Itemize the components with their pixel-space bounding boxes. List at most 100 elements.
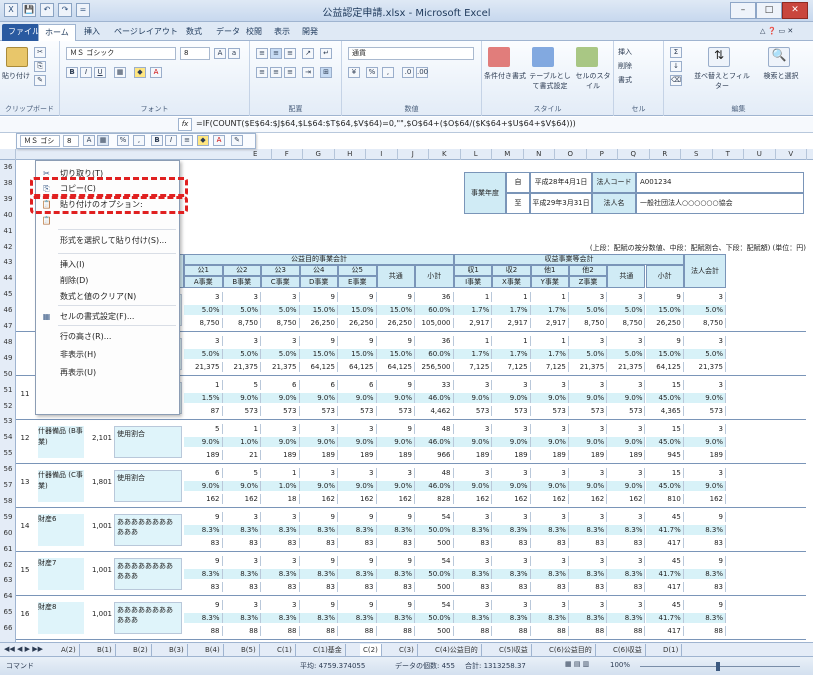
value-cell[interactable]: 162 <box>300 494 338 504</box>
value-cell[interactable]: 3 <box>531 468 569 478</box>
value-cell[interactable]: 9 <box>377 424 415 434</box>
value-cell[interactable]: 3 <box>261 556 300 566</box>
context-menu-item[interactable]: 削除(D) <box>36 273 179 288</box>
mini-bold-button[interactable]: B <box>151 135 163 146</box>
value-cell[interactable]: 1.7% <box>530 305 569 315</box>
value-cell[interactable]: 9.0% <box>607 481 646 491</box>
value-cell[interactable]: 8.3% <box>568 525 608 535</box>
value-cell[interactable]: 21,375 <box>261 362 300 372</box>
value-cell[interactable]: 9 <box>300 336 338 346</box>
value-cell[interactable]: 83 <box>261 582 300 592</box>
mini-align-icon[interactable]: ≡ <box>181 135 193 146</box>
value-cell[interactable]: 15.0% <box>645 305 684 315</box>
row-header-64[interactable]: 64 <box>0 589 16 604</box>
grow-font-icon[interactable]: A <box>214 48 226 59</box>
value-cell[interactable]: 3 <box>223 600 261 610</box>
row-header-56[interactable]: 56 <box>0 462 16 477</box>
value-cell[interactable]: 9.0% <box>338 481 377 491</box>
value-cell[interactable]: 88 <box>684 626 726 636</box>
value-cell[interactable]: 5.0% <box>261 305 300 315</box>
cut-icon[interactable]: ✂ <box>34 47 46 58</box>
value-cell[interactable]: 26,250 <box>300 318 338 328</box>
item-amount[interactable]: 2,101 <box>86 434 112 442</box>
value-cell[interactable]: 1 <box>261 468 300 478</box>
maximize-button[interactable]: □ <box>756 2 782 19</box>
value-cell[interactable]: 9.0% <box>607 393 646 403</box>
value-cell[interactable]: 3 <box>607 468 646 478</box>
help-icon[interactable]: △ ❓ ▭ ✕ <box>760 27 793 35</box>
value-cell[interactable]: 3 <box>492 600 531 610</box>
value-cell[interactable]: 8,750 <box>223 318 261 328</box>
value-cell[interactable]: 21,375 <box>223 362 261 372</box>
value-cell[interactable]: 3 <box>261 292 300 302</box>
context-menu-item[interactable]: 再表示(U) <box>36 365 179 380</box>
value-cell[interactable]: 2,917 <box>454 318 493 328</box>
value-cell[interactable]: 88 <box>184 626 223 636</box>
row-header-52[interactable]: 52 <box>0 399 16 414</box>
value-cell[interactable]: 3 <box>607 292 646 302</box>
align-top-icon[interactable]: ≡ <box>256 48 268 59</box>
value-cell[interactable]: 83 <box>377 538 415 548</box>
col-header-L[interactable]: L <box>461 149 492 160</box>
value-cell[interactable]: 9.0% <box>261 393 300 403</box>
value-cell[interactable]: 88 <box>223 626 261 636</box>
col-header-Q[interactable]: Q <box>618 149 650 160</box>
paste-button[interactable]: 貼り付け <box>2 71 30 81</box>
tab-home[interactable]: ホーム <box>38 24 76 41</box>
value-cell[interactable]: 8.3% <box>299 525 338 535</box>
row-header-42[interactable]: 42 <box>0 240 16 255</box>
value-cell[interactable]: 573 <box>261 406 300 416</box>
context-menu-item[interactable]: 数式と値のクリア(N) <box>36 289 179 304</box>
value-cell[interactable]: 9.0% <box>261 437 300 447</box>
sheet-tab[interactable]: C(5)収益 <box>496 644 532 656</box>
value-cell[interactable]: 1.0% <box>222 437 261 447</box>
value-cell[interactable]: 573 <box>300 406 338 416</box>
value-cell[interactable]: 417 <box>646 582 684 592</box>
sheet-tab[interactable]: B(1) <box>94 644 116 656</box>
value-cell[interactable]: 83 <box>184 538 223 548</box>
value-cell[interactable]: 8.3% <box>454 525 493 535</box>
row-header-53[interactable]: 53 <box>0 414 16 429</box>
value-cell[interactable]: 9.0% <box>376 437 415 447</box>
context-menu-item[interactable]: 📋 <box>36 213 179 228</box>
row-header-51[interactable]: 51 <box>0 383 16 398</box>
row-header-38[interactable]: 38 <box>0 176 16 191</box>
zoom-thumb[interactable] <box>716 662 720 671</box>
row-header-44[interactable]: 44 <box>0 271 16 286</box>
value-cell[interactable]: 3 <box>531 556 569 566</box>
row-header-63[interactable]: 63 <box>0 573 16 588</box>
value-cell[interactable]: 83 <box>377 582 415 592</box>
row-header-55[interactable]: 55 <box>0 446 16 461</box>
context-menu-item[interactable]: 形式を選択して貼り付け(S)... <box>36 233 179 248</box>
value-cell[interactable]: 9.0% <box>530 481 569 491</box>
value-cell[interactable]: 189 <box>184 450 223 460</box>
row-header-61[interactable]: 61 <box>0 542 16 557</box>
value-cell[interactable]: 88 <box>492 626 531 636</box>
sheet-tab[interactable]: B(4) <box>202 644 224 656</box>
value-cell[interactable]: 87 <box>184 406 223 416</box>
value-cell[interactable]: 8.3% <box>338 525 377 535</box>
row-header-50[interactable]: 50 <box>0 367 16 382</box>
value-cell[interactable]: 9.0% <box>299 481 338 491</box>
value-cell[interactable]: 9 <box>338 292 377 302</box>
delete-cells-button[interactable]: 削除 <box>618 61 632 71</box>
value-cell[interactable]: 83 <box>492 538 531 548</box>
value-cell[interactable]: 500 <box>415 582 454 592</box>
value-cell[interactable]: 9.0% <box>684 437 726 447</box>
value-cell[interactable]: 83 <box>569 538 608 548</box>
value-cell[interactable]: 162 <box>607 494 646 504</box>
value-cell[interactable]: 3 <box>684 336 726 346</box>
value-cell[interactable]: 9.0% <box>568 437 608 447</box>
mini-comma-icon[interactable]: , <box>133 135 145 146</box>
value-cell[interactable]: 3 <box>377 468 415 478</box>
row-header-62[interactable]: 62 <box>0 558 16 573</box>
value-cell[interactable]: 83 <box>607 582 646 592</box>
value-cell[interactable]: 3 <box>569 292 608 302</box>
value-cell[interactable]: 1 <box>492 292 531 302</box>
value-cell[interactable]: 810 <box>646 494 684 504</box>
value-cell[interactable]: 5.0% <box>607 349 646 359</box>
value-cell[interactable]: 8.3% <box>530 569 569 579</box>
row-header-39[interactable]: 39 <box>0 192 16 207</box>
value-cell[interactable]: 45.0% <box>645 437 684 447</box>
context-menu-item[interactable]: ▦ セルの書式設定(F)... <box>36 309 179 324</box>
